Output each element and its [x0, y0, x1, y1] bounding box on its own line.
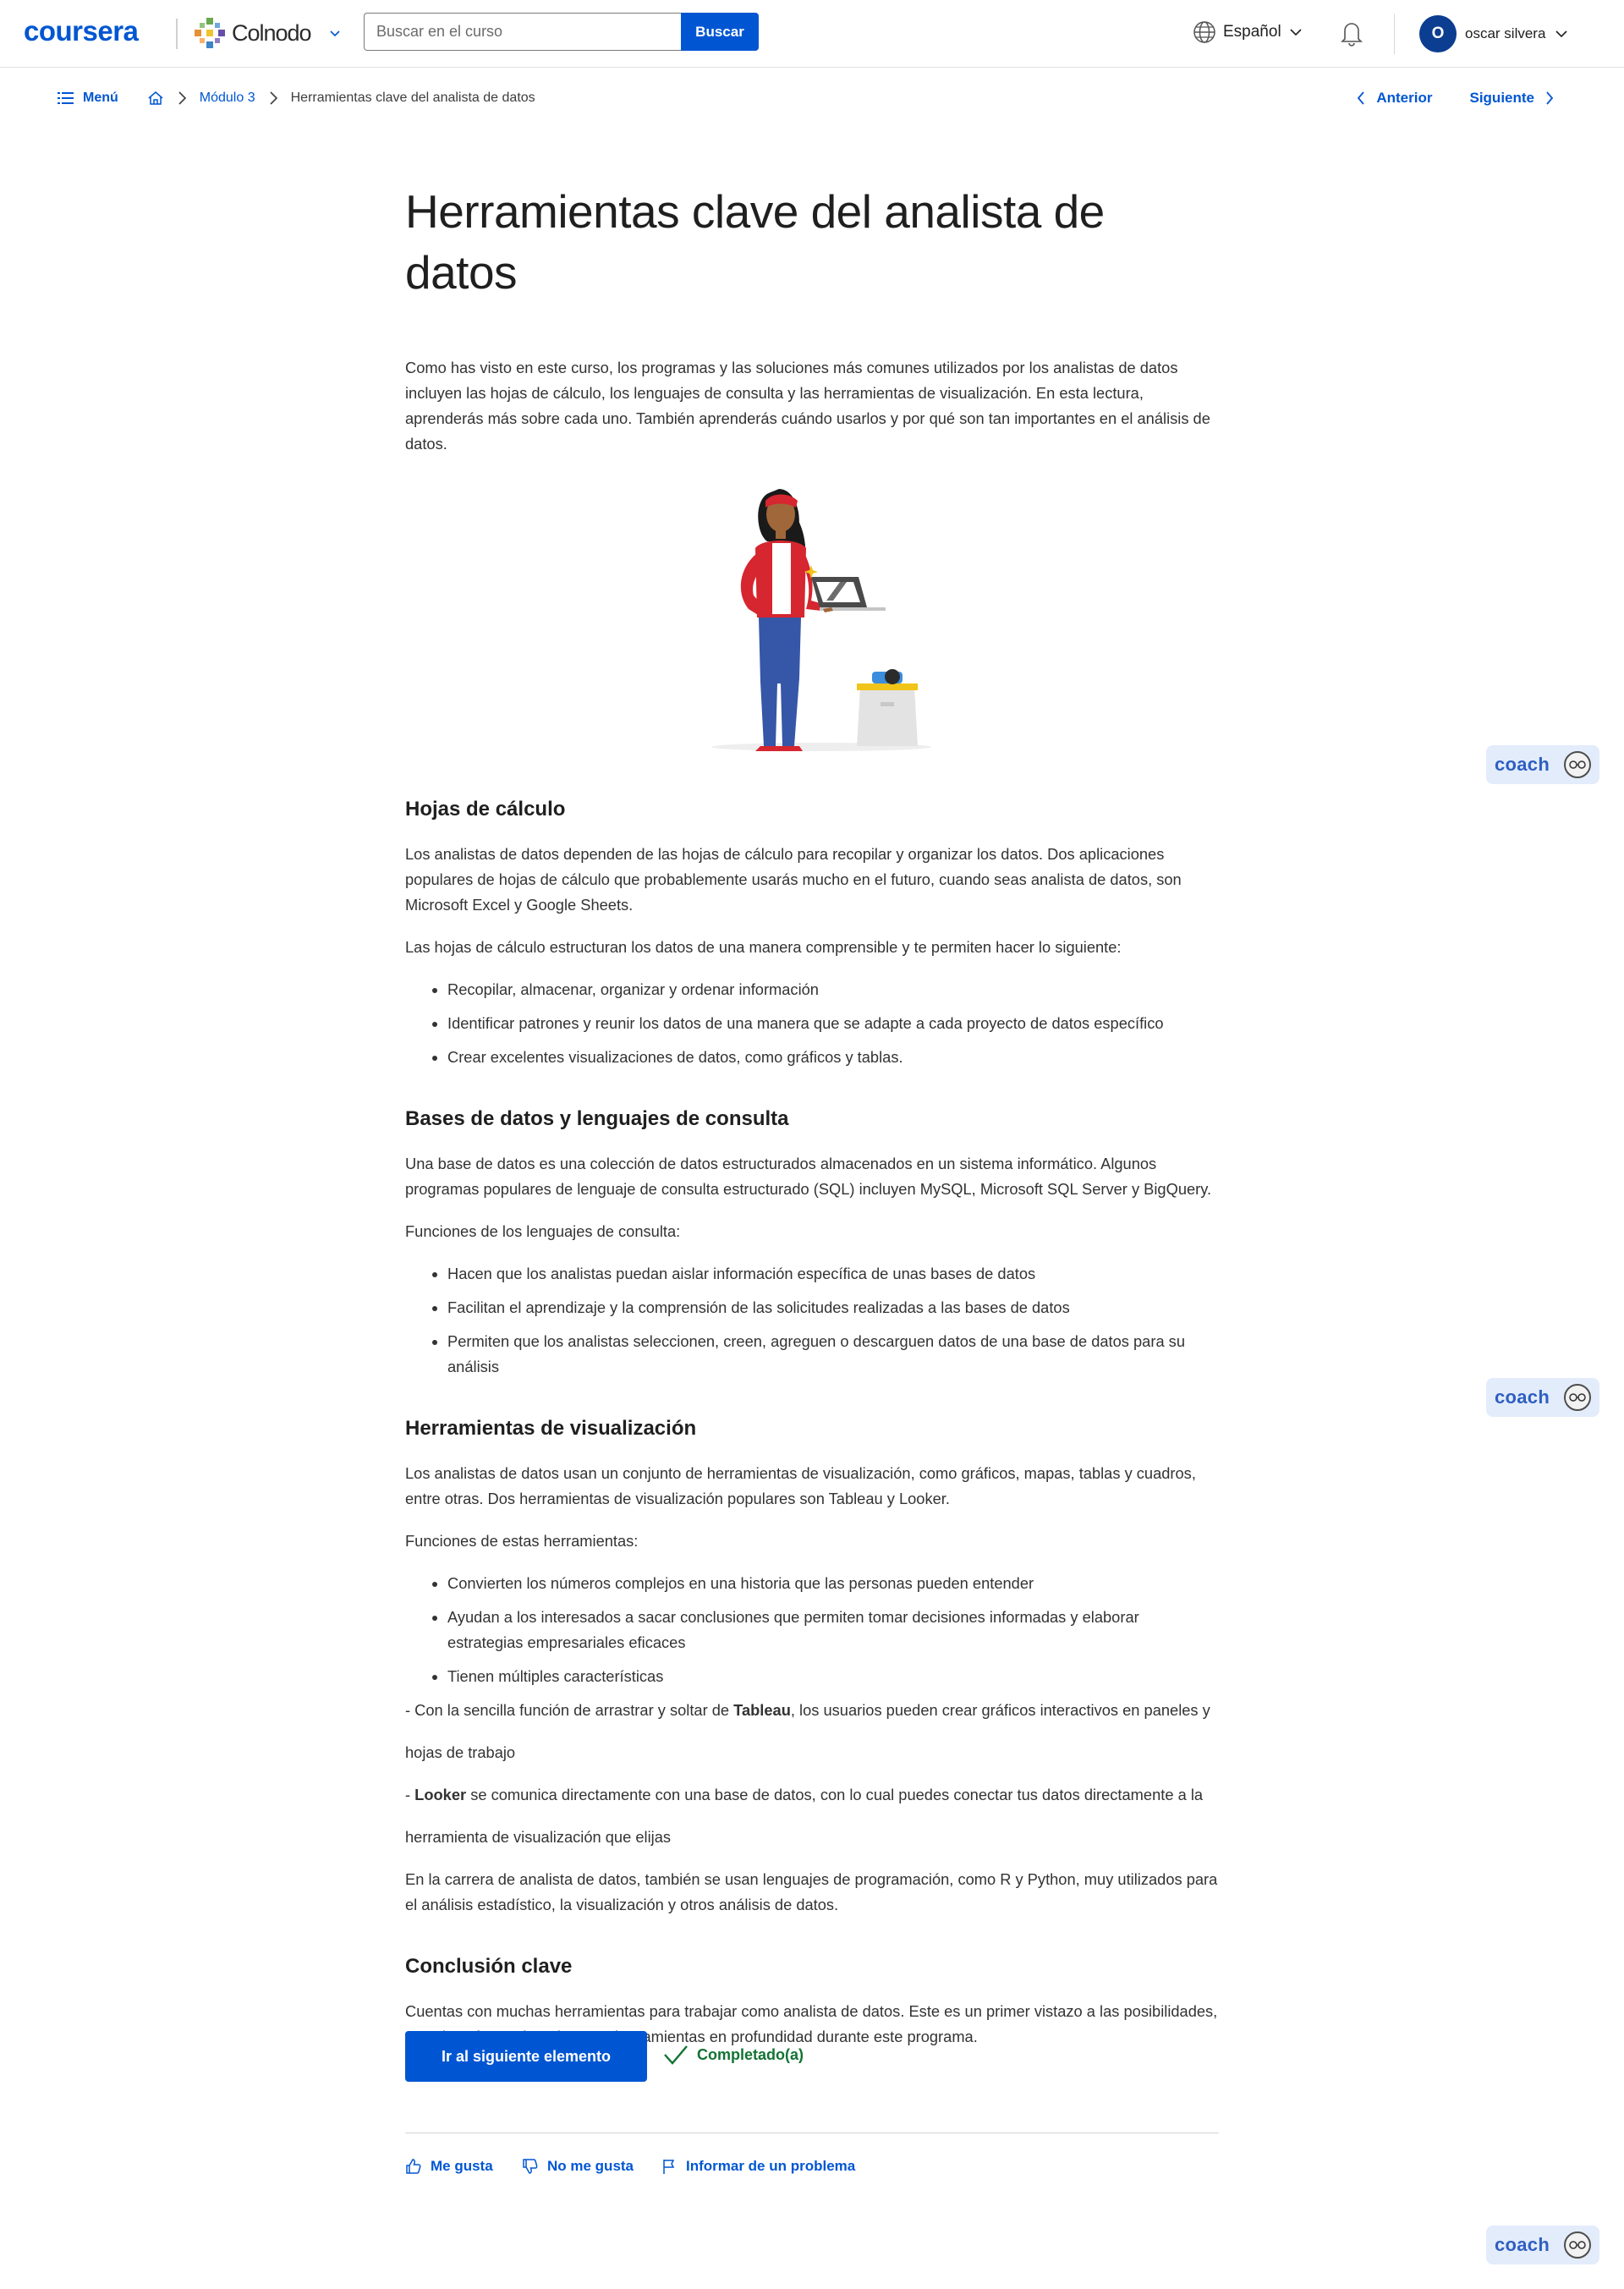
user-name: oscar silvera [1465, 25, 1546, 41]
section-heading: Hojas de cálculo [405, 798, 566, 821]
paragraph: Funciones de los lenguajes de consulta: [405, 1222, 681, 1240]
looker-paragraph: - Looker se comunica directamente con un… [405, 1782, 1219, 1808]
thumbs-up-icon [406, 2159, 421, 2174]
next-item-link[interactable]: Siguiente [1469, 90, 1555, 107]
thumbs-down-icon [523, 2159, 538, 2174]
bullet-list: Hacen que los analistas puedan aislar in… [447, 1261, 1219, 1380]
breadcrumb: Menú Módulo 3 Herramientas clave del ana… [58, 90, 535, 107]
completed-status: Completado(a) [663, 2044, 804, 2066]
chevron-right-icon [176, 90, 188, 107]
search-button[interactable]: Buscar [681, 13, 759, 51]
checkmark-icon [664, 2045, 688, 2065]
like-label: Me gusta [431, 2158, 493, 2174]
paragraph: Los analistas de datos usan un conjunto … [405, 1464, 1196, 1507]
coach-glasses-icon [1564, 2231, 1591, 2259]
coach-glasses-icon [1564, 1384, 1591, 1411]
coach-button[interactable]: coach [1486, 2226, 1599, 2264]
breadcrumb-module-link[interactable]: Módulo 3 [200, 91, 255, 106]
colnodo-logo-icon [195, 18, 225, 48]
list-item: Convierten los números complejos en una … [447, 1571, 1219, 1596]
text-fragment: se comunica directamente con una base de… [466, 1786, 1204, 1803]
top-navigation-bar: coursera Colnodo Buscar Español O oscar … [0, 0, 1624, 68]
coach-label: coach [1495, 2234, 1550, 2255]
chevron-left-icon [1358, 91, 1365, 105]
page-title: Herramientas clave del analista de datos [405, 185, 1105, 299]
list-item: Tienen múltiples características [447, 1664, 1219, 1689]
dislike-button[interactable]: No me gusta [522, 2158, 634, 2175]
previous-item-link[interactable]: Anterior [1356, 90, 1432, 107]
section-heading: Herramientas de visualización [405, 1417, 697, 1440]
report-label: Informar de un problema [686, 2158, 856, 2174]
coach-glasses-icon [1564, 751, 1591, 778]
menu-label: Menú [83, 91, 118, 105]
list-menu-icon [58, 92, 74, 104]
paragraph: Una base de datos es una colección de da… [405, 1155, 1212, 1198]
section-visualization: Herramientas de visualización Los analis… [405, 1415, 1219, 1918]
breadcrumb-current: Herramientas clave del analista de datos [290, 91, 535, 105]
looker-bold: Looker [414, 1786, 467, 1803]
completed-label: Completado(a) [697, 2045, 804, 2063]
coach-button[interactable]: coach [1486, 745, 1599, 784]
next-label: Siguiente [1469, 90, 1534, 106]
list-item: Crear excelentes visualizaciones de dato… [447, 1045, 1219, 1070]
coursera-logo[interactable]: coursera [24, 15, 139, 47]
paragraph: En la carrera de analista de datos, tamb… [405, 1870, 1218, 1913]
header-divider [1394, 14, 1395, 54]
coach-button[interactable]: coach [1486, 1378, 1599, 1417]
bullet-list: Recopilar, almacenar, organizar y ordena… [447, 977, 1219, 1070]
like-button[interactable]: Me gusta [405, 2158, 493, 2175]
list-item: Permiten que los analistas seleccionen, … [447, 1329, 1219, 1380]
bullet-list: Convierten los números complejos en una … [447, 1571, 1219, 1689]
language-selector[interactable]: Español [1193, 20, 1303, 44]
section-heading: Conclusión clave [405, 1955, 573, 1978]
home-icon[interactable] [147, 90, 164, 107]
list-item: Facilitan el aprendizaje y la comprensió… [447, 1295, 1219, 1320]
notifications-bell-icon[interactable] [1338, 19, 1365, 52]
text-fragment: , los usuarios pueden crear gráficos int… [790, 1701, 1210, 1719]
list-item: Ayudan a los interesados a sacar conclus… [447, 1605, 1219, 1655]
section-heading: Bases de datos y lenguajes de consulta [405, 1107, 789, 1130]
menu-button[interactable]: Menú [58, 91, 118, 106]
dislike-label: No me gusta [547, 2158, 634, 2174]
chevron-right-icon [267, 90, 279, 107]
coach-label: coach [1495, 1386, 1550, 1408]
section-databases: Bases de datos y lenguajes de consulta U… [405, 1106, 1219, 1380]
section-spreadsheets: Hojas de cálculo Los analistas de datos … [405, 796, 1219, 1070]
paragraph: Funciones de estas herramientas: [405, 1532, 639, 1550]
partner-selector[interactable]: Colnodo [193, 15, 342, 51]
paragraph: Las hojas de cálculo estructuran los dat… [405, 938, 1122, 956]
text-fragment: - Con la sencilla función de arrastrar y… [405, 1701, 734, 1719]
text-fragment: - [405, 1786, 415, 1803]
chevron-right-icon [1546, 91, 1554, 105]
coach-label: coach [1495, 754, 1550, 775]
chevron-down-icon [1290, 29, 1302, 36]
list-item: Recopilar, almacenar, organizar y ordena… [447, 977, 1219, 1002]
next-item-button[interactable]: Ir al siguiente elemento [405, 2031, 647, 2082]
reading-content: Herramientas clave del analista de datos… [405, 181, 1219, 2050]
partner-name: Colnodo [232, 19, 312, 46]
intro-paragraph: Como has visto en este curso, los progra… [405, 359, 1210, 453]
language-label: Español [1223, 23, 1281, 41]
globe-icon [1193, 21, 1215, 43]
flag-icon [663, 2160, 675, 2174]
item-pager: Anterior Siguiente [1356, 90, 1555, 107]
paragraph: Los analistas de datos dependen de las h… [405, 845, 1182, 914]
user-menu[interactable]: O oscar silvera [1419, 15, 1569, 52]
logo-divider [176, 19, 178, 49]
analyst-illustration [711, 489, 931, 751]
chevron-down-icon [330, 30, 340, 37]
report-problem-button[interactable]: Informar de un problema [661, 2158, 855, 2175]
paragraph: herramienta de visualización que elijas [405, 1828, 672, 1846]
chevron-down-icon [1555, 30, 1567, 38]
avatar: O [1419, 15, 1457, 52]
list-item: Hacen que los analistas puedan aislar in… [447, 1261, 1219, 1287]
tableau-paragraph: - Con la sencilla función de arrastrar y… [405, 1698, 1219, 1723]
previous-label: Anterior [1376, 90, 1433, 106]
list-item: Identificar patrones y reunir los datos … [447, 1011, 1219, 1036]
paragraph: hojas de trabajo [405, 1743, 516, 1761]
search-input[interactable] [364, 13, 681, 51]
tableau-bold: Tableau [733, 1701, 791, 1719]
